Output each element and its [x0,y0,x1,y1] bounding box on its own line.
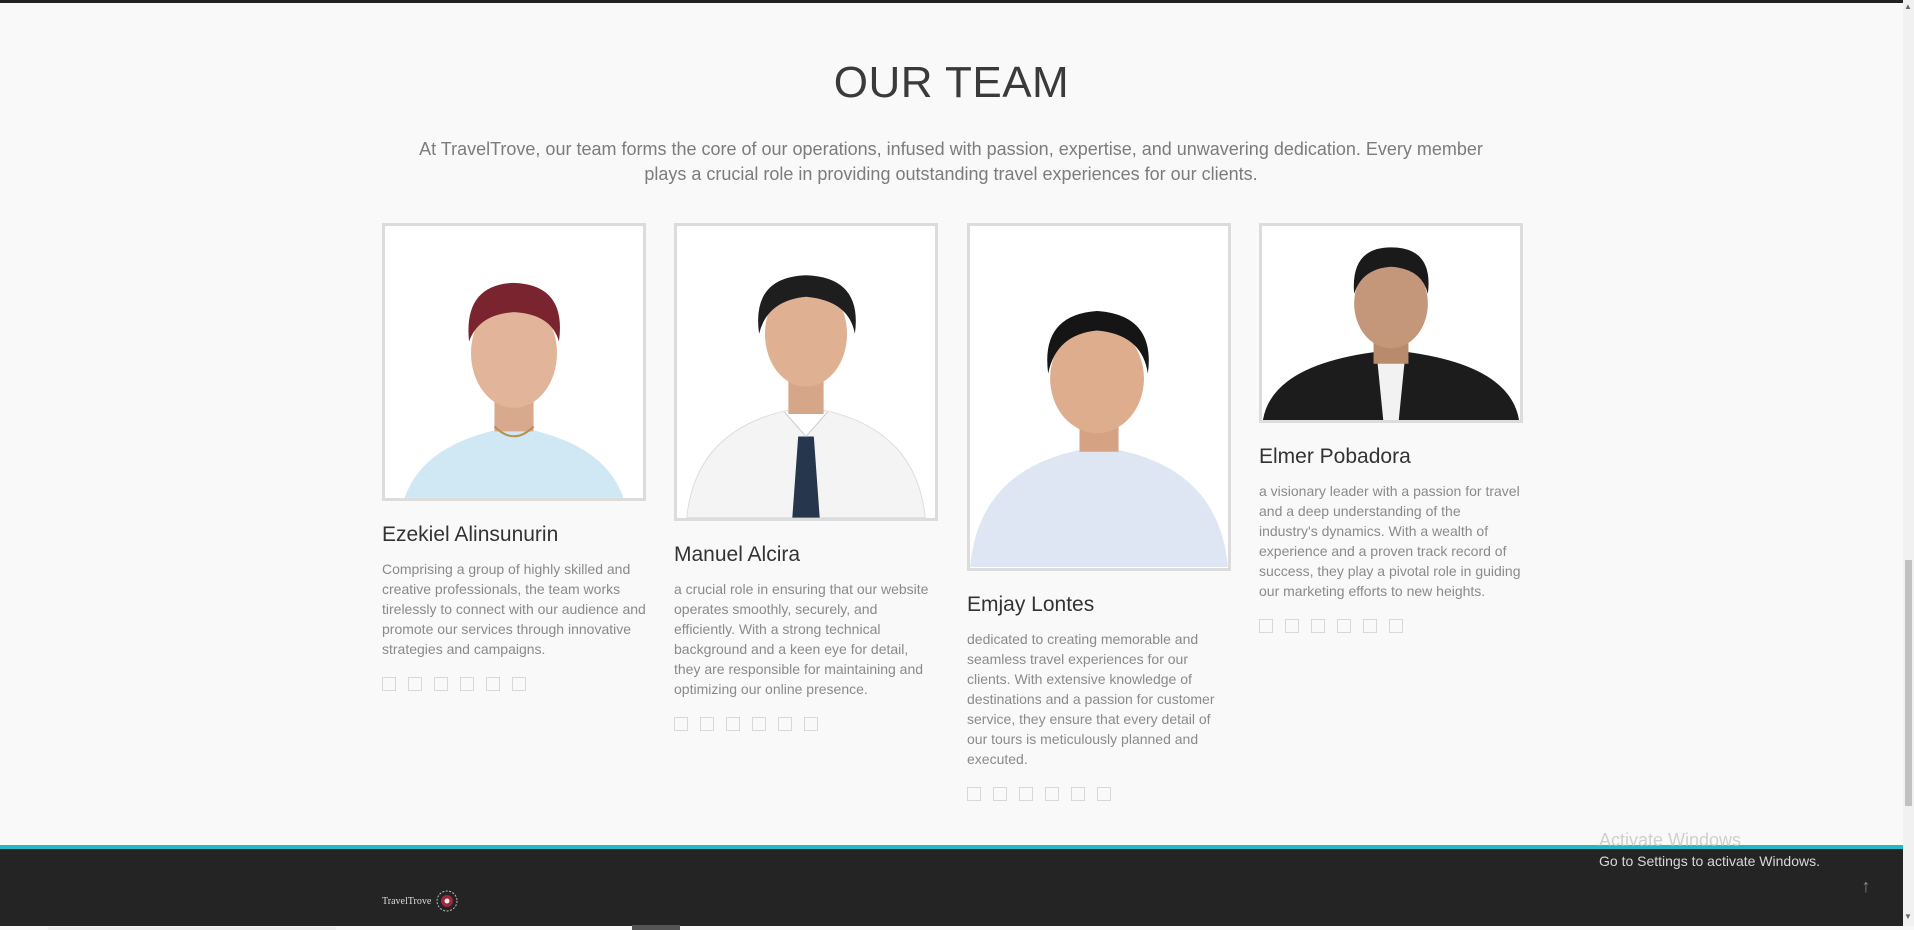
team-member-card: Manuel Alcira a crucial role in ensuring… [674,223,938,731]
watermark-subtitle: Go to Settings to activate Windows. [1599,853,1820,869]
footer-logo[interactable]: TravelTrove [382,889,459,913]
member-photo [382,223,646,501]
youtube-icon[interactable] [486,677,500,691]
scroll-down-icon[interactable]: ▼ [1904,912,1912,921]
instagram-icon[interactable] [726,717,740,731]
twitter-icon[interactable] [1285,619,1299,633]
linkedin-icon[interactable] [460,677,474,691]
arrow-up-icon: ↑ [1861,876,1871,896]
twitter-icon[interactable] [993,787,1007,801]
back-to-top-button[interactable]: ↑ [1855,876,1877,898]
page-scrollbar[interactable]: ▲ ▼ [1903,0,1914,926]
member-bio: dedicated to creating memorable and seam… [967,631,1215,767]
member-name: Emjay Lontes [967,593,1095,616]
instagram-icon[interactable] [1019,787,1033,801]
instagram-icon[interactable] [1311,619,1325,633]
logo-emblem-icon [436,890,458,912]
portrait-image [1262,226,1520,420]
youtube-icon[interactable] [778,717,792,731]
github-icon[interactable] [1097,787,1111,801]
github-icon[interactable] [512,677,526,691]
footer-logo-text: TravelTrove [382,895,432,907]
social-links [1259,619,1523,633]
section-intro: At TravelTrove, our team forms the core … [419,139,1483,184]
linkedin-icon[interactable] [752,717,766,731]
linkedin-icon[interactable] [1337,619,1351,633]
member-bio: a visionary leader with a passion for tr… [1259,483,1521,599]
social-links [674,717,938,731]
portrait-image [385,226,643,498]
member-bio: Comprising a group of highly skilled and… [382,561,646,657]
linkedin-icon[interactable] [1045,787,1059,801]
member-name: Manuel Alcira [674,543,801,566]
github-icon[interactable] [804,717,818,731]
facebook-icon[interactable] [967,787,981,801]
member-photo [674,223,938,521]
team-member-card: Emjay Lontes dedicated to creating memor… [967,223,1231,801]
portrait-image [677,226,935,518]
social-links [382,677,646,691]
facebook-icon[interactable] [674,717,688,731]
twitter-icon[interactable] [408,677,422,691]
instagram-icon[interactable] [434,677,448,691]
youtube-icon[interactable] [1071,787,1085,801]
social-links [967,787,1231,801]
section-title: OUR TEAM [833,58,1070,107]
team-member-card: Ezekiel Alinsunurin Comprising a group o… [382,223,646,691]
scroll-up-icon[interactable]: ▲ [1904,2,1912,11]
member-photo [1259,223,1523,423]
member-photo [967,223,1231,571]
facebook-icon[interactable] [382,677,396,691]
windows-activation-watermark: Activate Windows Go to Settings to activ… [1599,830,1820,869]
member-name: Elmer Pobadora [1259,445,1411,468]
member-bio: a crucial role in ensuring that our webs… [674,581,929,697]
facebook-icon[interactable] [1259,619,1273,633]
portrait-image [970,226,1228,568]
github-icon[interactable] [1389,619,1403,633]
twitter-icon[interactable] [700,717,714,731]
watermark-title: Activate Windows [1599,830,1742,850]
member-name: Ezekiel Alinsunurin [382,523,559,546]
scrollbar-thumb[interactable] [1905,560,1912,806]
our-team-section: OUR TEAM At TravelTrove, our team forms … [0,3,1903,845]
youtube-icon[interactable] [1363,619,1377,633]
team-member-card: Elmer Pobadora a visionary leader with a… [1259,223,1523,633]
